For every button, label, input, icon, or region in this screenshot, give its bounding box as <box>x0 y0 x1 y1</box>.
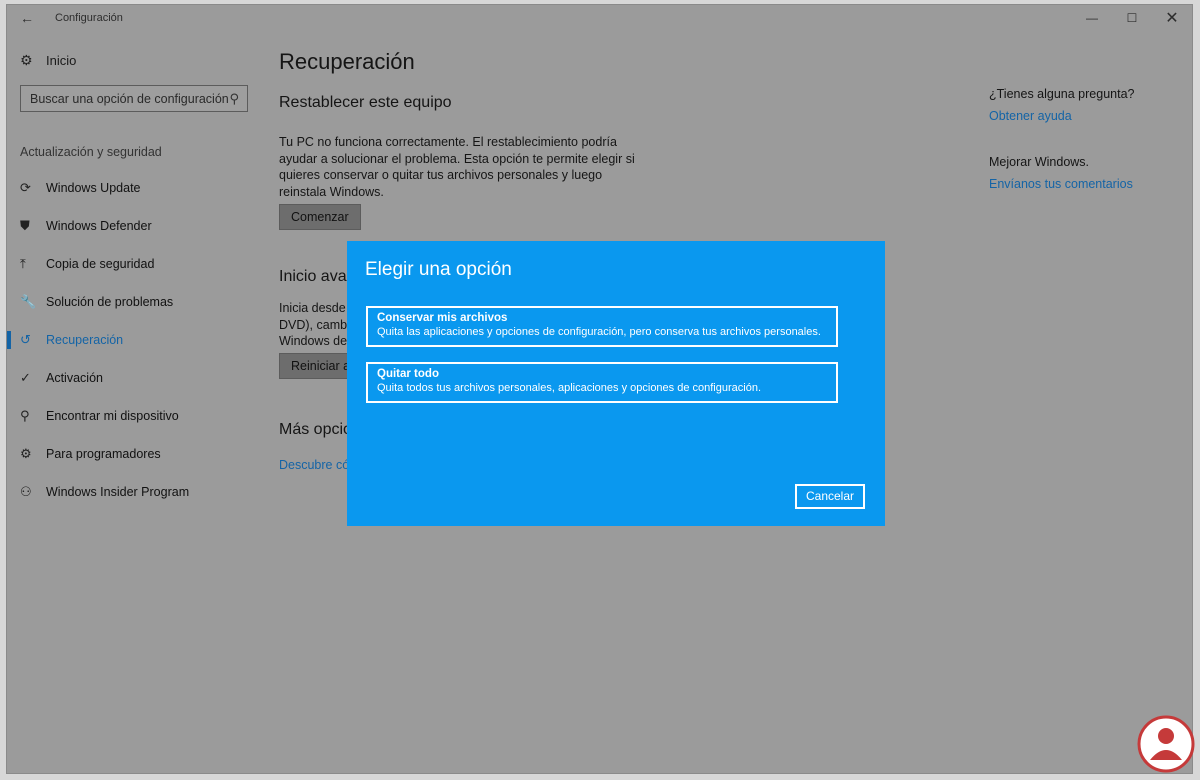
section-label: Actualización y seguridad <box>20 145 162 159</box>
check-circle-icon: ✓ <box>20 370 31 385</box>
backup-icon: ⤒ <box>20 256 26 271</box>
gear-icon: ⚙ <box>20 51 33 68</box>
feedback-link[interactable]: Envíanos tus comentarios <box>989 177 1169 191</box>
sidebar-item-label: Windows Insider Program <box>46 485 190 499</box>
option-title: Conservar mis archivos <box>377 312 508 324</box>
page-title: Recuperación <box>279 49 415 74</box>
dialog-title: Elegir una opción <box>365 259 512 280</box>
watermark-logo <box>1136 714 1196 774</box>
option-title: Quitar todo <box>377 368 439 380</box>
right-panel: ¿Tienes alguna pregunta? Obtener ayuda M… <box>989 87 1169 191</box>
start-button[interactable]: Comenzar <box>279 204 361 230</box>
search-placeholder: Buscar una opción de configuración <box>30 91 229 106</box>
reset-description: Tu PC no funciona correctamente. El rest… <box>279 135 635 199</box>
remove-everything-option[interactable]: Quitar todo Quita todos tus archivos per… <box>366 362 838 403</box>
maximize-icon[interactable]: ☐ <box>1112 5 1152 31</box>
sidebar-item[interactable]: ⚲ Encontrar mi dispositivo <box>7 397 267 435</box>
sidebar-nav: ⟳ Windows Update ⛊ Windows Defender ⤒ Copia d… <box>7 169 267 511</box>
sidebar-item-label: Solución de problemas <box>46 295 174 309</box>
sidebar-item[interactable]: ⚇ Windows Insider Program <box>7 473 267 511</box>
window-controls: — ☐ ✕ <box>1072 5 1192 31</box>
sidebar-item[interactable]: ✓ Activación <box>7 359 267 397</box>
sidebar-item-label: Windows Update <box>46 181 141 195</box>
minimize-icon[interactable]: — <box>1072 5 1112 31</box>
shield-icon: ⛊ <box>20 218 30 233</box>
reset-heading: Restablecer este equipo <box>279 94 452 111</box>
option-description: Quita todos tus archivos personales, apl… <box>377 382 762 394</box>
cancel-button[interactable]: Cancelar <box>795 484 865 509</box>
sidebar-item-label: Windows Defender <box>46 219 152 233</box>
back-arrow-icon[interactable]: ← <box>7 5 47 31</box>
search-icon[interactable]: ⚲ <box>229 91 239 107</box>
keep-files-option[interactable]: Conservar mis archivos Quita las aplicac… <box>366 306 838 347</box>
wrench-icon: 🔧 <box>20 294 37 309</box>
sidebar-item[interactable]: 🔧 Solución de problemas <box>7 283 267 321</box>
home-label: Inicio <box>46 52 77 68</box>
sidebar-item[interactable]: ⛊ Windows Defender <box>7 207 267 245</box>
sidebar-item-label: Para programadores <box>46 447 161 461</box>
get-help-link[interactable]: Obtener ayuda <box>989 109 1169 123</box>
choose-option-dialog: Elegir una opción Conservar mis archivos… <box>347 241 885 526</box>
person-location-icon: ⚲ <box>20 408 30 423</box>
close-icon[interactable]: ✕ <box>1152 5 1192 31</box>
title-bar: ← Configuración — ☐ ✕ <box>7 5 1192 31</box>
sidebar-item-label: Copia de seguridad <box>46 257 155 271</box>
sidebar-item-label: Activación <box>46 371 103 385</box>
option-description: Quita las aplicaciones y opciones de con… <box>377 326 821 338</box>
insider-icon: ⚇ <box>20 484 32 499</box>
sidebar-home[interactable]: ⚙ Inicio <box>7 45 267 75</box>
sidebar-item-label: Encontrar mi dispositivo <box>46 409 179 423</box>
sidebar-item[interactable]: ⟳ Windows Update <box>7 169 267 207</box>
app-title: Configuración <box>55 12 123 24</box>
refresh-icon: ⟳ <box>20 180 31 195</box>
sidebar-item[interactable]: ⚙ Para programadores <box>7 435 267 473</box>
sidebar-item[interactable]: ↺ Recuperación <box>7 321 267 359</box>
sidebar: ⚙ Inicio Buscar una opción de configurac… <box>7 45 267 511</box>
sidebar-item-label: Recuperación <box>46 333 124 347</box>
search-input[interactable]: Buscar una opción de configuración ⚲ <box>20 85 248 112</box>
developer-icon: ⚙ <box>20 446 32 461</box>
sidebar-item[interactable]: ⤒ Copia de seguridad <box>7 245 267 283</box>
question-label: ¿Tienes alguna pregunta? <box>989 87 1135 101</box>
history-icon: ↺ <box>20 332 31 347</box>
improve-label: Mejorar Windows. <box>989 155 1090 169</box>
